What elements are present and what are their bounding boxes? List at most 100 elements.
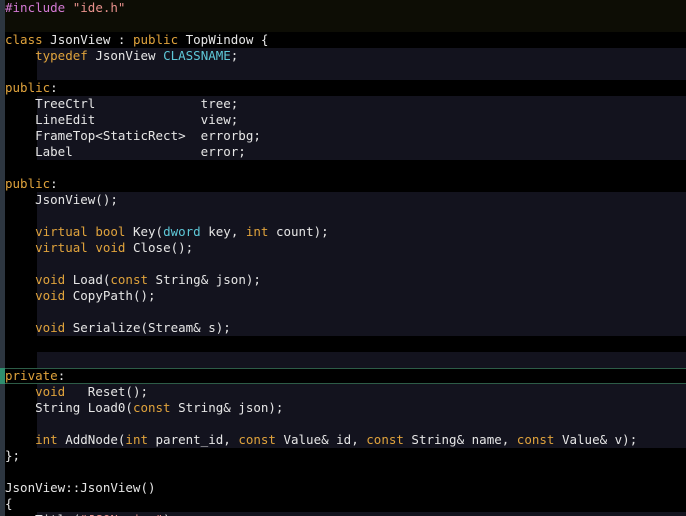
code-editor-window[interactable]: #include "ide.h" class JsonView : public … xyxy=(0,0,686,516)
code-line[interactable]: public: xyxy=(0,80,686,96)
code-token-id xyxy=(5,272,35,287)
code-line[interactable]: }; xyxy=(0,448,686,464)
code-token-id: ); xyxy=(163,512,178,516)
code-line-text: JsonView(); xyxy=(0,192,686,208)
code-line[interactable]: virtual void Close(); xyxy=(0,240,686,256)
code-line-background xyxy=(5,16,686,32)
code-token-kw: void xyxy=(95,240,125,255)
code-token-kw: int xyxy=(35,432,58,447)
code-token-kw: private xyxy=(5,368,58,383)
gutter-bookmark-marker[interactable] xyxy=(0,368,5,384)
code-line[interactable] xyxy=(0,352,686,368)
code-line[interactable] xyxy=(0,16,686,32)
code-token-id: { xyxy=(5,496,13,511)
code-token-id: TopWindow { xyxy=(178,32,268,47)
code-line[interactable] xyxy=(0,64,686,80)
code-line[interactable]: JsonView(); xyxy=(0,192,686,208)
code-token-id: Serialize(Stream& s); xyxy=(65,320,231,335)
code-token-id: String& name, xyxy=(404,432,517,447)
code-line[interactable]: public: xyxy=(0,176,686,192)
code-line[interactable]: #include "ide.h" xyxy=(0,0,686,16)
code-line[interactable]: void CopyPath(); xyxy=(0,288,686,304)
code-token-id: String Load0( xyxy=(5,400,133,415)
code-token-id xyxy=(5,48,35,63)
code-line[interactable]: JsonView::JsonView() xyxy=(0,480,686,496)
code-line-text: typedef JsonView CLASSNAME; xyxy=(0,48,686,64)
code-token-id: }; xyxy=(5,448,20,463)
code-token-kw: class xyxy=(5,32,43,47)
code-line-background xyxy=(5,464,686,480)
code-token-id: Value& id, xyxy=(276,432,366,447)
section-separator-rule-bottom xyxy=(0,383,686,384)
code-token-kw: void xyxy=(35,320,65,335)
code-token-id xyxy=(5,240,35,255)
code-token-kw: public xyxy=(133,32,178,47)
code-line[interactable]: void Load(const String& json); xyxy=(0,272,686,288)
code-line[interactable] xyxy=(0,464,686,480)
code-token-id: parent_id, xyxy=(148,432,238,447)
code-token-id: FrameTop<StaticRect> errorbg; xyxy=(5,128,261,143)
code-line[interactable]: Label error; xyxy=(0,144,686,160)
code-line-text: { xyxy=(0,496,686,512)
code-line[interactable]: int AddNode(int parent_id, const Value& … xyxy=(0,432,686,448)
code-text-surface[interactable]: #include "ide.h" class JsonView : public … xyxy=(0,0,686,516)
code-token-id: : xyxy=(50,80,58,95)
code-line[interactable]: TreeCtrl tree; xyxy=(0,96,686,112)
code-line[interactable] xyxy=(0,256,686,272)
code-line-text: void Serialize(Stream& s); xyxy=(0,320,686,336)
code-line[interactable]: void Reset(); xyxy=(0,384,686,400)
code-token-id: String& json); xyxy=(148,272,261,287)
code-line[interactable] xyxy=(0,304,686,320)
code-line[interactable]: { xyxy=(0,496,686,512)
code-line[interactable]: virtual bool Key(dword key, int count); xyxy=(0,224,686,240)
code-line[interactable] xyxy=(0,336,686,352)
code-line[interactable]: String Load0(const String& json); xyxy=(0,400,686,416)
code-line[interactable] xyxy=(0,160,686,176)
code-line[interactable]: class JsonView : public TopWindow { xyxy=(0,32,686,48)
code-token-id: : xyxy=(50,176,58,191)
code-line-text: void Load(const String& json); xyxy=(0,272,686,288)
code-line[interactable]: private: xyxy=(0,368,686,384)
code-token-id xyxy=(5,432,35,447)
code-token-id: Value& v); xyxy=(554,432,637,447)
code-token-id: count); xyxy=(268,224,328,239)
code-token-id: : xyxy=(58,368,66,383)
code-token-id: Reset(); xyxy=(65,384,148,399)
code-token-id: Load( xyxy=(65,272,110,287)
code-line-text: public: xyxy=(0,80,686,96)
code-token-id: LineEdit view; xyxy=(5,112,238,127)
code-line-text: JsonView::JsonView() xyxy=(0,480,686,496)
code-line[interactable]: LineEdit view; xyxy=(0,112,686,128)
code-token-kw: typedef xyxy=(35,48,88,63)
code-line-text: class JsonView : public TopWindow { xyxy=(0,32,686,48)
code-token-kw: void xyxy=(35,384,65,399)
code-token-id: Close(); xyxy=(125,240,193,255)
code-token-kw: const xyxy=(133,400,171,415)
editor-gutter[interactable] xyxy=(0,0,5,516)
code-line-background xyxy=(37,208,686,224)
code-line-background xyxy=(5,336,686,352)
code-token-type: dword xyxy=(163,224,201,239)
code-line[interactable] xyxy=(0,416,686,432)
code-token-id: JsonView : xyxy=(43,32,133,47)
code-line-text: Label error; xyxy=(0,144,686,160)
code-line[interactable]: void Serialize(Stream& s); xyxy=(0,320,686,336)
code-line[interactable]: FrameTop<StaticRect> errorbg; xyxy=(0,128,686,144)
code-token-type: CLASSNAME xyxy=(163,48,231,63)
code-line-text: LineEdit view; xyxy=(0,112,686,128)
code-token-kw: const xyxy=(110,272,148,287)
code-line[interactable] xyxy=(0,208,686,224)
code-token-id: JsonView::JsonView() xyxy=(5,480,156,495)
code-line-background xyxy=(37,64,686,80)
code-line-text: FrameTop<StaticRect> errorbg; xyxy=(0,128,686,144)
code-token-kw: public xyxy=(5,80,50,95)
code-line-background xyxy=(37,256,686,272)
code-token-kw: void xyxy=(35,288,65,303)
code-line[interactable]: Title("JSON view"); xyxy=(0,512,686,516)
code-line[interactable]: typedef JsonView CLASSNAME; xyxy=(0,48,686,64)
code-token-kw: public xyxy=(5,176,50,191)
section-separator-rule-top xyxy=(0,368,686,369)
code-token-id: key, xyxy=(201,224,246,239)
code-line-background xyxy=(37,352,686,368)
code-token-id xyxy=(5,320,35,335)
